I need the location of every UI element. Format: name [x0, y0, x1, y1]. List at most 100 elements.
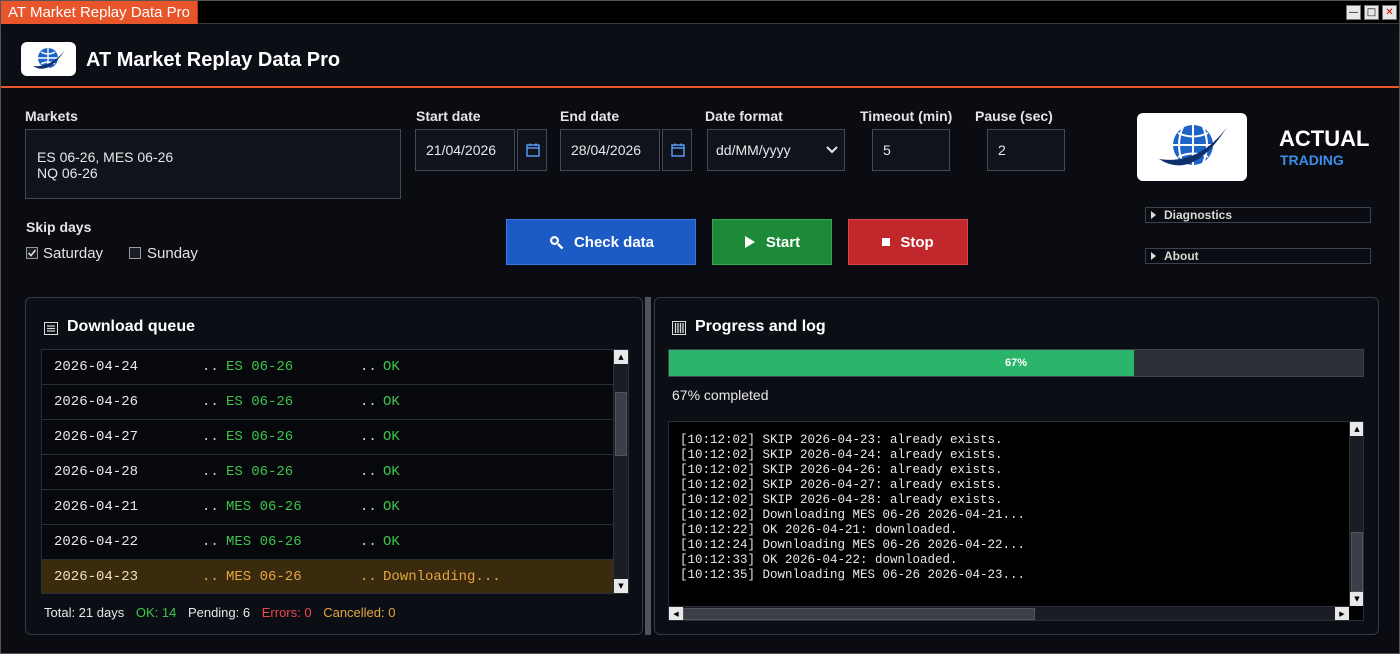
queue-row-status: Downloading... — [383, 569, 501, 585]
saturday-checkbox[interactable] — [26, 247, 38, 259]
sunday-checkbox[interactable] — [129, 247, 141, 259]
saturday-label[interactable]: Saturday — [43, 245, 103, 262]
queue-row-market: ES 06-26 — [226, 359, 294, 375]
log-line: [10:12:02] SKIP 2026-04-27: already exis… — [680, 478, 1003, 492]
queue-stats: Total: 21 days OK: 14 Pending: 6 Errors:… — [44, 605, 403, 620]
queue-list[interactable]: 2026-04-24.. ES 06-26.. OK 2026-04-26.. ES 0… — [41, 349, 629, 594]
queue-row-separator: .. — [202, 359, 219, 375]
progress-log-panel: Progress and log 67% 67% completed [10:1… — [654, 297, 1379, 635]
timeout-input[interactable]: 5 — [872, 129, 950, 171]
start-date-picker-button[interactable] — [517, 129, 547, 171]
queue-row[interactable]: 2026-04-23.. MES 06-26.. Downloading... — [42, 560, 613, 593]
start-button[interactable]: Start — [712, 219, 832, 265]
queue-row-date: 2026-04-23 — [54, 569, 139, 585]
queue-row[interactable]: 2026-04-21.. MES 06-26.. OK — [42, 490, 613, 525]
markets-line: ES 06-26, MES 06-26 — [37, 149, 174, 165]
markets-label: Markets — [25, 108, 78, 124]
queue-row[interactable]: 2026-04-28.. ES 06-26.. OK — [42, 455, 613, 490]
scroll-up-icon[interactable]: ▲ — [614, 350, 628, 364]
maximize-button[interactable]: □ — [1364, 5, 1379, 20]
queue-row-market: MES 06-26 — [226, 569, 302, 585]
queue-row-date: 2026-04-28 — [54, 464, 139, 480]
scroll-right-icon[interactable]: ▶ — [1335, 607, 1349, 620]
start-label: Start — [765, 233, 801, 251]
queue-row-market: ES 06-26 — [226, 429, 294, 445]
app-header: AT Market Replay Data Pro — [1, 25, 1399, 88]
log-horizontal-scrollbar[interactable]: ◀ ▶ — [669, 606, 1349, 620]
queue-row-date: 2026-04-27 — [54, 429, 139, 445]
check-data-label: Check data — [573, 233, 655, 251]
scroll-down-icon[interactable]: ▼ — [614, 579, 628, 593]
download-queue-panel: Download queue 2026-04-24.. ES 06-26.. OK 2… — [25, 297, 643, 635]
scrollbar-thumb[interactable] — [683, 608, 1035, 620]
queue-row-date: 2026-04-22 — [54, 534, 139, 550]
log-output[interactable]: [10:12:02] SKIP 2026-04-23: already exis… — [668, 421, 1364, 621]
scrollbar-thumb[interactable] — [615, 392, 627, 456]
queue-row-separator: .. — [360, 429, 377, 445]
diagnostics-expander[interactable]: Diagnostics — [1145, 207, 1371, 223]
about-label: About — [1164, 249, 1199, 263]
pause-input[interactable]: 2 — [987, 129, 1065, 171]
markets-line: NQ 06-26 — [37, 165, 98, 181]
date-format-label: Date format — [705, 108, 783, 124]
queue-row[interactable]: 2026-04-26.. ES 06-26.. OK — [42, 385, 613, 420]
app-logo — [21, 42, 76, 76]
stat-total: Total: 21 days — [44, 605, 125, 620]
queue-row-separator: .. — [360, 534, 377, 550]
markets-input[interactable]: ES 06-26, MES 06-26 NQ 06-26 — [25, 129, 401, 199]
progress-bar: 67% — [668, 349, 1364, 377]
queue-row-separator: .. — [360, 499, 377, 515]
queue-row-status: OK — [383, 359, 400, 375]
queue-title: Download queue — [67, 318, 195, 335]
panel-splitter[interactable] — [645, 297, 651, 635]
end-date-picker-button[interactable] — [662, 129, 692, 171]
check-data-button[interactable]: Check data — [506, 219, 696, 265]
progress-status-text: 67% completed — [672, 387, 769, 403]
search-icon — [549, 236, 564, 250]
scroll-up-icon[interactable]: ▲ — [1350, 422, 1363, 436]
list-icon — [44, 322, 58, 335]
stop-button[interactable]: Stop — [848, 219, 968, 265]
scrollbar-thumb[interactable] — [1351, 532, 1363, 592]
queue-row-status: OK — [383, 499, 400, 515]
queue-row[interactable]: 2026-04-24.. ES 06-26.. OK — [42, 350, 613, 385]
caret-right-icon — [1151, 252, 1156, 260]
stat-ok: OK: 14 — [135, 605, 177, 620]
caret-right-icon — [1151, 211, 1156, 219]
queue-row[interactable]: 2026-04-27.. ES 06-26.. OK — [42, 420, 613, 455]
chevron-down-icon — [826, 146, 838, 154]
brand-tagline: TRADING — [1280, 152, 1344, 168]
queue-scrollbar[interactable]: ▲ ▼ — [613, 350, 628, 593]
scroll-down-icon[interactable]: ▼ — [1350, 592, 1363, 606]
log-line: [10:12:02] SKIP 2026-04-23: already exis… — [680, 433, 1003, 447]
log-line: [10:12:02] SKIP 2026-04-26: already exis… — [680, 463, 1003, 477]
log-line: [10:12:02] Downloading MES 06-26 2026-04… — [680, 508, 1026, 522]
queue-row-separator: .. — [202, 394, 219, 410]
stop-label: Stop — [900, 233, 934, 251]
stat-cancelled: Cancelled: 0 — [323, 605, 396, 620]
date-format-select[interactable]: dd/MM/yyyy — [707, 129, 845, 171]
brand-name: ACTUAL — [1279, 126, 1370, 151]
queue-row-market: MES 06-26 — [226, 534, 302, 550]
brand-logo — [1137, 113, 1247, 181]
about-expander[interactable]: About — [1145, 248, 1371, 264]
end-date-input[interactable]: 28/04/2026 — [560, 129, 660, 171]
close-button[interactable]: ✕ — [1382, 5, 1397, 20]
scroll-left-icon[interactable]: ◀ — [669, 607, 683, 620]
stop-icon — [882, 238, 891, 246]
start-date-input[interactable]: 21/04/2026 — [415, 129, 515, 171]
queue-row-status: OK — [383, 464, 400, 480]
log-vertical-scrollbar[interactable]: ▲ ▼ — [1349, 422, 1363, 606]
sunday-label[interactable]: Sunday — [147, 245, 198, 262]
queue-row-separator: .. — [202, 464, 219, 480]
app-window: AT Market Replay Data Pro — □ ✕ AT Marke… — [0, 0, 1400, 654]
title-bar[interactable]: AT Market Replay Data Pro — □ ✕ — [1, 1, 1399, 24]
timeout-label: Timeout (min) — [860, 108, 953, 124]
minimize-button[interactable]: — — [1346, 5, 1361, 20]
queue-row-separator: .. — [360, 394, 377, 410]
log-line: [10:12:02] SKIP 2026-04-28: already exis… — [680, 493, 1003, 507]
skip-days-label: Skip days — [26, 219, 92, 235]
queue-row-date: 2026-04-24 — [54, 359, 139, 375]
progress-percent-label: 67% — [1004, 357, 1028, 369]
queue-row[interactable]: 2026-04-22.. MES 06-26.. OK — [42, 525, 613, 560]
